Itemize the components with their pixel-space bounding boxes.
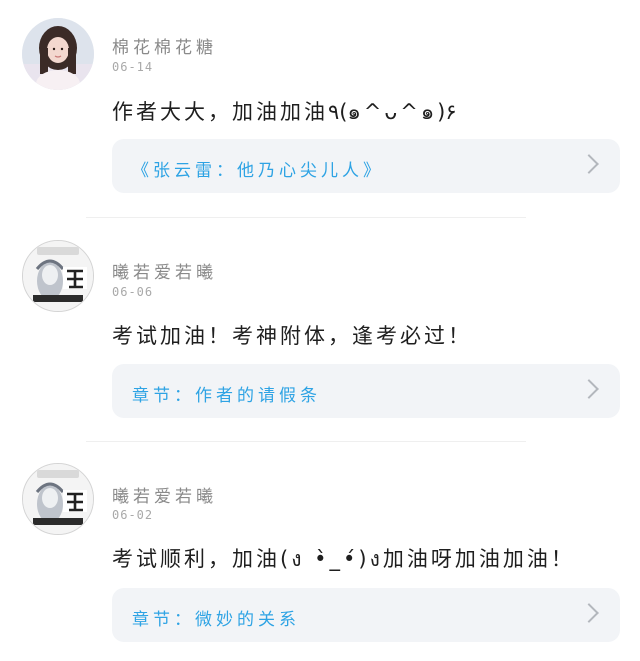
username[interactable]: 曦若爱若曦	[112, 482, 217, 507]
chapter-title: 章节：微妙的关系	[132, 610, 300, 630]
comment-item: 曦若爱若曦 06-02 考试顺利，加油(ง •̀_•́)ง加油呀加油加油！ 章节…	[0, 0, 640, 661]
avatar[interactable]	[22, 463, 94, 535]
comment-date: 06-02	[112, 508, 154, 522]
chevron-right-icon	[579, 603, 599, 623]
user-avatar-badge-icon	[23, 464, 93, 534]
comment-text: 考试顺利，加油(ง •̀_•́)ง加油呀加油加油！	[112, 547, 575, 571]
chapter-link-card[interactable]: 章节：微妙的关系	[112, 588, 620, 642]
